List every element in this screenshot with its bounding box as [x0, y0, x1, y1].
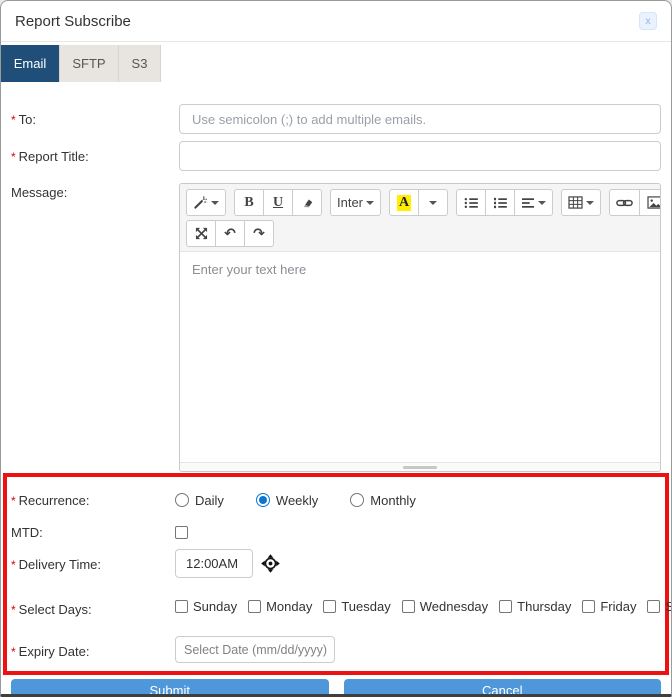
font-family-dropdown[interactable]: Inter [330, 189, 381, 216]
day-saturday[interactable]: Saturday [647, 599, 672, 614]
select-days-label: *Select Days: [11, 594, 175, 617]
unordered-list-icon [464, 197, 478, 209]
select-days-row: *Select Days: Sunday Monday Tuesday Wedn… [11, 594, 661, 617]
resize-grip-icon [403, 466, 437, 469]
day-wednesday[interactable]: Wednesday [402, 599, 488, 614]
editor-toolbar: B U I [180, 184, 660, 252]
required-asterisk: * [11, 645, 16, 659]
fullscreen-button[interactable] [186, 220, 216, 247]
tab-s3[interactable]: S3 [119, 45, 161, 82]
insert-link-button[interactable] [609, 189, 640, 216]
select-days-options: Sunday Monday Tuesday Wednesday Thursday… [175, 594, 661, 617]
clear-format-button[interactable] [292, 189, 322, 216]
checkbox-icon[interactable] [402, 600, 415, 613]
editor-resize-handle[interactable] [180, 462, 660, 471]
to-label: *To: [11, 104, 179, 134]
radio-icon[interactable] [350, 493, 364, 507]
expiry-date-row: *Expiry Date: Select Date (mm/dd/yyyy) [11, 636, 661, 663]
day-thursday[interactable]: Thursday [499, 599, 571, 614]
report-subscribe-modal: Report Subscribe x Email SFTP S3 *To: *R… [0, 0, 672, 697]
mtd-checkbox[interactable] [175, 526, 188, 539]
align-icon [521, 197, 535, 209]
radio-weekly[interactable]: Weekly [256, 493, 318, 508]
chevron-down-icon [538, 201, 546, 205]
report-title-input[interactable] [179, 141, 661, 171]
message-row: Message: [11, 183, 661, 472]
bold-button[interactable]: B [234, 189, 264, 216]
day-tuesday[interactable]: Tuesday [323, 599, 390, 614]
checkbox-icon[interactable] [248, 600, 261, 613]
rich-text-editor: B U I [179, 183, 661, 472]
table-dropdown-button[interactable] [561, 189, 601, 216]
text-color-caret-button[interactable] [418, 189, 448, 216]
chevron-down-icon [366, 201, 374, 205]
tab-bar: Email SFTP S3 [1, 45, 671, 82]
delivery-time-input[interactable] [175, 549, 253, 578]
undo-button[interactable]: ↶ [215, 220, 245, 247]
recurrence-annotation-box: *Recurrence: Daily Weekly Monthly [3, 473, 669, 675]
radio-icon[interactable] [256, 493, 270, 507]
cancel-button[interactable]: Cancel [344, 679, 662, 697]
report-title-row: *Report Title: [11, 141, 661, 171]
modal-header: Report Subscribe x [1, 1, 671, 42]
to-input[interactable] [179, 104, 661, 134]
magic-wand-style-button[interactable] [186, 189, 226, 216]
checkbox-icon[interactable] [647, 600, 660, 613]
day-friday[interactable]: Friday [582, 599, 636, 614]
magic-wand-icon [193, 195, 208, 210]
required-asterisk: * [11, 558, 16, 572]
eraser-icon [300, 196, 314, 210]
checkbox-icon[interactable] [499, 600, 512, 613]
recurrence-row: *Recurrence: Daily Weekly Monthly [11, 485, 661, 508]
modal-title: Report Subscribe [15, 13, 131, 30]
submit-button[interactable]: Submit [11, 679, 329, 697]
modal-footer: Submit Cancel [1, 675, 671, 697]
radio-icon[interactable] [175, 493, 189, 507]
tab-sftp[interactable]: SFTP [60, 45, 119, 82]
redo-button[interactable]: ↷ [244, 220, 274, 247]
expiry-date-label: *Expiry Date: [11, 636, 175, 663]
radio-daily[interactable]: Daily [175, 493, 224, 508]
day-monday[interactable]: Monday [248, 599, 312, 614]
mtd-label: MTD: [11, 517, 175, 540]
report-title-label: *Report Title: [11, 141, 179, 171]
checkbox-icon[interactable] [323, 600, 336, 613]
fullscreen-expand-icon [195, 227, 208, 240]
close-icon[interactable]: x [639, 12, 657, 30]
recurrence-options: Daily Weekly Monthly [175, 485, 661, 508]
message-textarea[interactable]: Enter your text here [180, 252, 660, 462]
chevron-down-icon [586, 201, 594, 205]
required-asterisk: * [11, 150, 16, 164]
align-dropdown-button[interactable] [514, 189, 553, 216]
image-icon [647, 196, 661, 209]
required-asterisk: * [11, 494, 16, 508]
underline-button[interactable]: U [263, 189, 293, 216]
table-icon [568, 196, 583, 209]
text-color-icon: A [397, 195, 411, 211]
required-asterisk: * [11, 603, 16, 617]
delivery-time-row: *Delivery Time: [11, 549, 661, 578]
recurrence-label: *Recurrence: [11, 485, 175, 508]
expiry-date-input[interactable]: Select Date (mm/dd/yyyy) [175, 636, 335, 663]
link-icon [616, 197, 633, 209]
checkbox-icon[interactable] [175, 600, 188, 613]
required-asterisk: * [11, 113, 16, 127]
ordered-list-icon [493, 197, 507, 209]
text-color-button[interactable]: A [389, 189, 419, 216]
chevron-down-icon [429, 201, 437, 205]
unordered-list-button[interactable] [456, 189, 486, 216]
chevron-down-icon [211, 201, 219, 205]
tab-email[interactable]: Email [1, 45, 60, 82]
mtd-row: MTD: [11, 517, 661, 540]
day-sunday[interactable]: Sunday [175, 599, 237, 614]
insert-image-button[interactable] [639, 189, 661, 216]
time-picker-icon[interactable] [261, 554, 280, 573]
delivery-time-label: *Delivery Time: [11, 549, 175, 578]
to-row: *To: [11, 104, 661, 134]
radio-monthly[interactable]: Monthly [350, 493, 416, 508]
message-label: Message: [11, 183, 179, 472]
ordered-list-button[interactable] [485, 189, 515, 216]
checkbox-icon[interactable] [582, 600, 595, 613]
subscribe-form: *To: *Report Title: Message: [1, 104, 671, 675]
